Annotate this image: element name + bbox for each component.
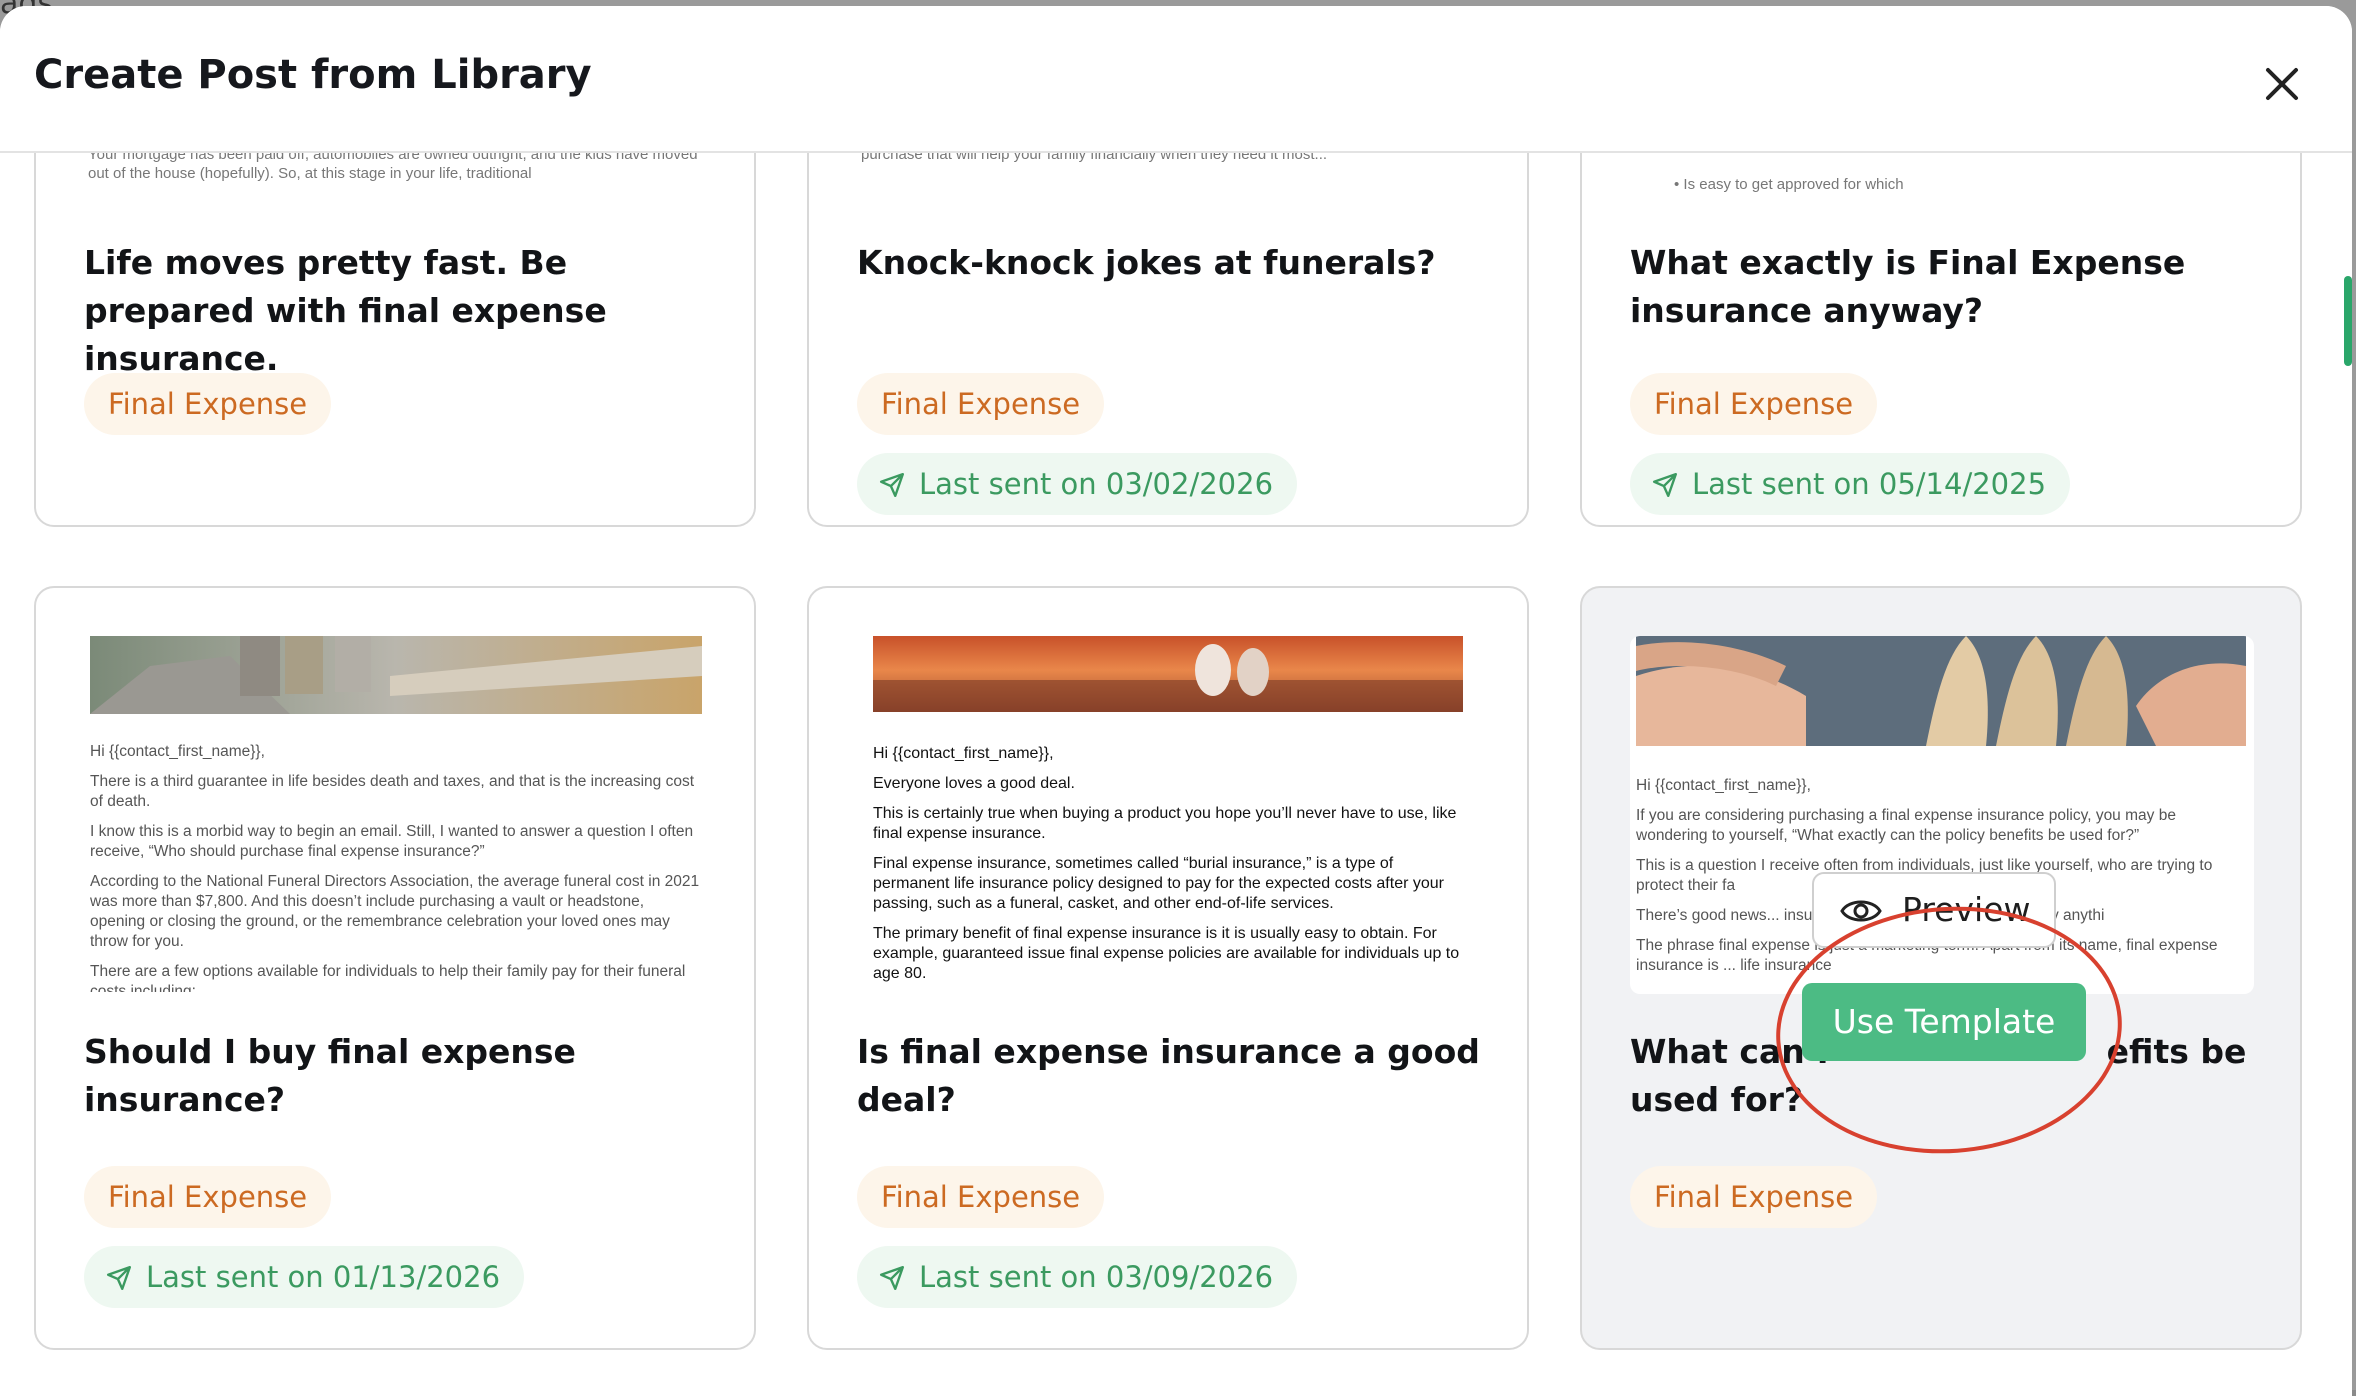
header-image: [90, 636, 702, 714]
template-card[interactable]: • Is easy to get approved for which What…: [1580, 153, 2302, 527]
modal-title: Create Post from Library: [34, 52, 592, 98]
card-title: Life moves pretty fast. Be prepared with…: [84, 243, 607, 378]
preview-paragraph: The primary benefit of final expense ins…: [873, 925, 1460, 982]
preview-snippet: Your mortgage has been paid off, automob…: [88, 153, 698, 182]
last-sent-badge: Last sent on 01/13/2026: [84, 1246, 525, 1308]
category-tag: Final Expense: [1630, 373, 1878, 435]
template-preview: Hi {{contact_first_name}}, There is a th…: [90, 636, 702, 992]
template-grid: Your mortgage has been paid off, automob…: [0, 153, 2352, 1396]
preview-paragraph: According to the National Funeral Direct…: [90, 873, 700, 950]
preview-paragraph: There is a third guarantee in life besid…: [90, 773, 695, 810]
last-sent-text: Last sent on 03/02/2026: [919, 467, 1274, 501]
preview-paragraph: If you are considering purchasing a fina…: [1636, 807, 2176, 844]
card-title: Knock-knock jokes at funerals?: [857, 243, 1436, 282]
preview-body: Hi {{contact_first_name}}, Everyone love…: [873, 744, 1469, 992]
preview-paragraph: Hi {{contact_first_name}},: [90, 743, 265, 760]
card-title-fragment: used for?: [1630, 1080, 1804, 1119]
preview-paragraph: Final expense insurance, sometimes calle…: [873, 855, 1444, 912]
card-title: Is final expense insurance a good deal?: [857, 1032, 1480, 1119]
category-tag: Final Expense: [857, 373, 1105, 435]
create-post-modal: Create Post from Library Your mortgage h…: [0, 6, 2352, 1396]
close-button[interactable]: [2256, 58, 2308, 110]
send-icon: [1652, 472, 1678, 498]
template-preview: Your mortgage has been paid off, automob…: [88, 153, 704, 221]
category-tag: Final Expense: [857, 1166, 1105, 1228]
preview-body: Hi {{contact_first_name}}, There is a th…: [90, 742, 702, 992]
preview-paragraph: Everyone loves a good deal.: [873, 775, 1075, 792]
preview-paragraph: This is certainly true when buying a pro…: [873, 805, 1457, 842]
header-image: [1636, 636, 2246, 746]
card-title: Should I buy final expense insurance?: [84, 1032, 576, 1119]
category-tag: Final Expense: [84, 373, 332, 435]
scrollbar-thumb[interactable]: [2344, 276, 2352, 366]
template-preview: purchase that will help your family fina…: [861, 153, 1477, 221]
category-tag: Final Expense: [84, 1166, 332, 1228]
last-sent-badge: Last sent on 03/09/2026: [857, 1246, 1298, 1308]
preview-paragraph: Hi {{contact_first_name}},: [873, 745, 1054, 762]
preview-paragraph: I know this is a morbid way to begin an …: [90, 823, 694, 860]
template-card[interactable]: purchase that will help your family fina…: [807, 153, 1529, 527]
last-sent-text: Last sent on 05/14/2025: [1692, 467, 2047, 501]
template-card[interactable]: Hi {{contact_first_name}}, Everyone love…: [807, 586, 1529, 1350]
last-sent-text: Last sent on 01/13/2026: [146, 1260, 501, 1294]
close-icon: [2266, 68, 2298, 100]
last-sent-badge: Last sent on 05/14/2025: [1630, 453, 2071, 515]
template-preview: Hi {{contact_first_name}}, Everyone love…: [857, 636, 1473, 992]
send-icon: [106, 1265, 132, 1291]
preview-paragraph: There are a few options available for in…: [90, 963, 686, 992]
category-tag: Final Expense: [1630, 1166, 1878, 1228]
last-sent-text: Last sent on 03/09/2026: [919, 1260, 1274, 1294]
card-title-fragment: efits be: [2106, 1032, 2247, 1071]
send-icon: [879, 472, 905, 498]
last-sent-badge: Last sent on 03/02/2026: [857, 453, 1298, 515]
template-card[interactable]: Hi {{contact_first_name}}, There is a th…: [34, 586, 756, 1350]
card-title: What exactly is Final Expense insurance …: [1630, 243, 2186, 330]
header-image: [873, 636, 1463, 712]
template-card[interactable]: Your mortgage has been paid off, automob…: [34, 153, 756, 527]
preview-snippet: • Is easy to get approved for which: [1674, 176, 1904, 193]
send-icon: [879, 1265, 905, 1291]
modal-header: Create Post from Library: [0, 6, 2352, 153]
template-preview: • Is easy to get approved for which: [1634, 175, 2250, 221]
preview-snippet: purchase that will help your family fina…: [861, 153, 1328, 163]
preview-paragraph: Hi {{contact_first_name}},: [1636, 777, 1811, 794]
